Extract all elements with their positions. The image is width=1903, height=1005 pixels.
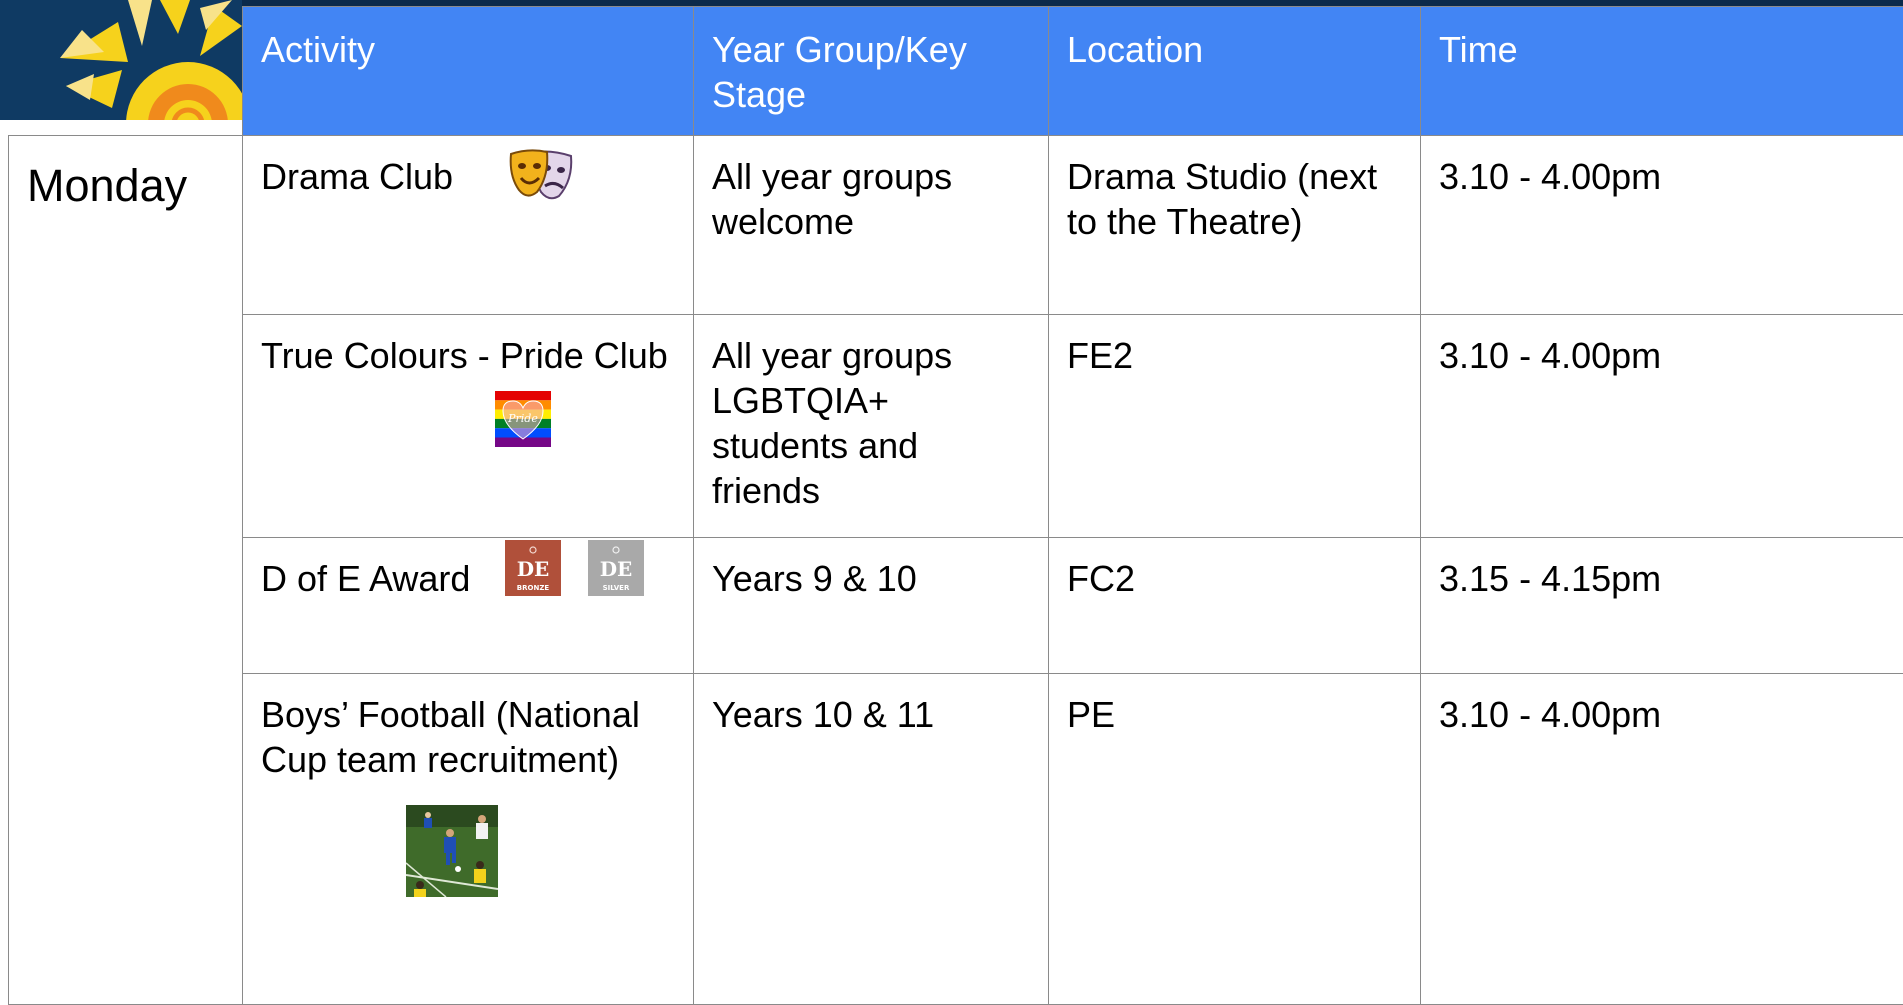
col-header-year-group: Year Group/Key Stage — [694, 7, 1049, 136]
activity-cell: True Colours - Pride Club Pride — [243, 315, 694, 538]
table-row: D of E Award DE BRONZE DE SILVER Years 9… — [9, 538, 1903, 674]
day-cell: Monday — [9, 136, 243, 1005]
activity-cell: Drama Club — [243, 136, 694, 315]
location-cell: FE2 — [1049, 315, 1421, 538]
schedule-table: Activity Year Group/Key Stage Location T… — [8, 6, 1903, 1005]
svg-text:DE: DE — [600, 557, 633, 581]
activity-cell: D of E Award DE BRONZE DE SILVER — [243, 538, 694, 674]
location-cell: PE — [1049, 674, 1421, 1005]
svg-text:DE: DE — [517, 557, 550, 581]
col-header-activity: Activity — [243, 7, 694, 136]
header-row: Activity Year Group/Key Stage Location T… — [9, 7, 1903, 136]
time-cell: 3.10 - 4.00pm — [1421, 315, 1903, 538]
svg-text:Pride: Pride — [507, 412, 538, 425]
year-group-cell: All year groups welcome — [694, 136, 1049, 315]
col-header-time: Time — [1421, 7, 1903, 136]
dofe-silver-icon: DE SILVER — [588, 540, 644, 596]
pride-heart-icon: Pride — [495, 391, 551, 447]
school-logo — [0, 0, 242, 120]
time-cell: 3.10 - 4.00pm — [1421, 674, 1903, 1005]
table-row: True Colours - Pride Club Pride All year… — [9, 315, 1903, 538]
time-cell: 3.15 - 4.15pm — [1421, 538, 1903, 674]
svg-text:SILVER: SILVER — [603, 584, 630, 592]
svg-text:BRONZE: BRONZE — [517, 584, 550, 592]
year-group-cell: Years 9 & 10 — [694, 538, 1049, 674]
sun-logo-icon — [0, 0, 242, 120]
time-cell: 3.10 - 4.00pm — [1421, 136, 1903, 315]
table-row: Boys’ Football (National Cup team recrui… — [9, 674, 1903, 1005]
dofe-bronze-icon: DE BRONZE — [505, 540, 561, 596]
location-cell: FC2 — [1049, 538, 1421, 674]
year-group-cell: Years 10 & 11 — [694, 674, 1049, 1005]
drama-masks-icon — [509, 148, 577, 204]
year-group-cell: All year groups LGBTQIA+ students and fr… — [694, 315, 1049, 538]
col-header-location: Location — [1049, 7, 1421, 136]
football-photo-icon — [406, 805, 498, 897]
table-row: Monday Drama Club All year groups welcom… — [9, 136, 1903, 315]
activity-cell: Boys’ Football (National Cup team recrui… — [243, 674, 694, 1005]
location-cell: Drama Studio (next to the Theatre) — [1049, 136, 1421, 315]
